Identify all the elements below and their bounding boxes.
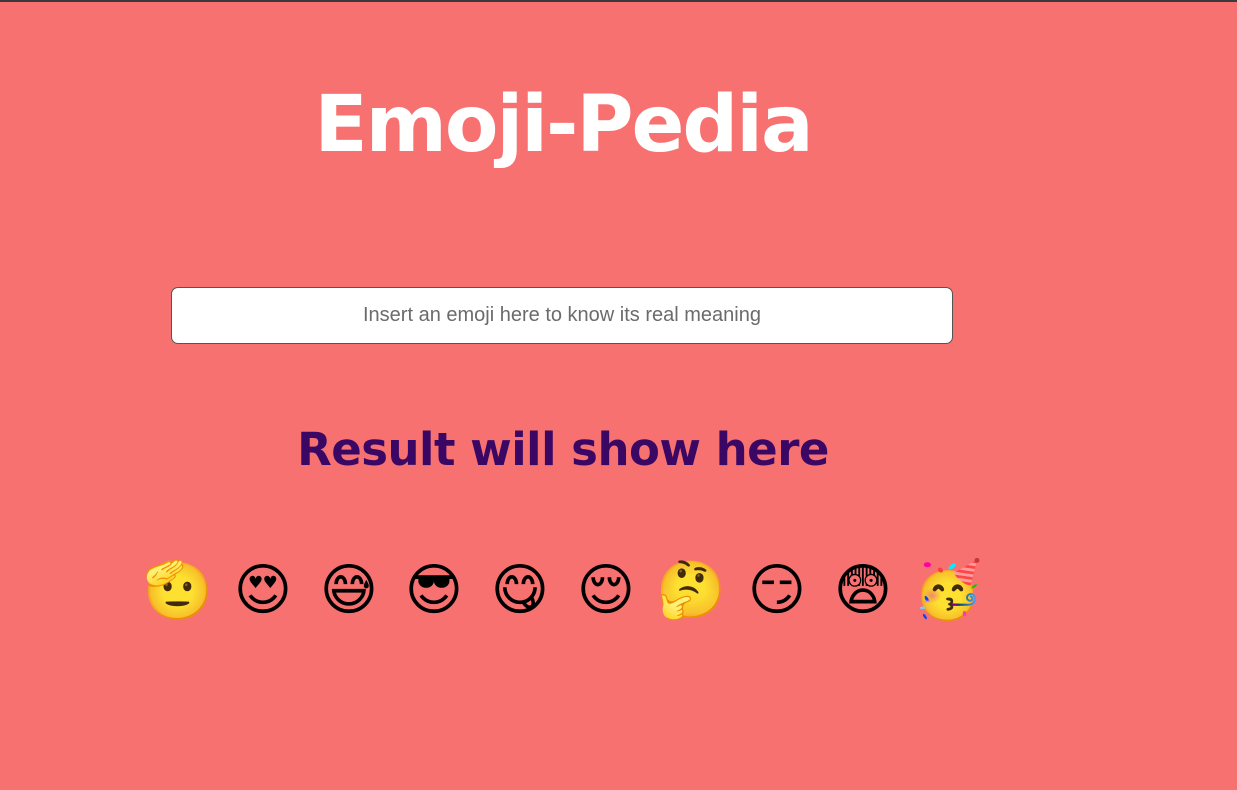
result-output: Result will show here <box>297 423 829 476</box>
thinking-emoji[interactable]: 🤔 <box>656 556 726 626</box>
emoji-search-input[interactable] <box>171 287 953 344</box>
fearful-emoji[interactable]: 😨 <box>828 556 898 626</box>
sweat-smile-emoji[interactable]: 😅 <box>314 556 384 626</box>
yum-emoji[interactable]: 😋 <box>485 556 555 626</box>
emoji-list: 🫡 😍 😅 😎 😋 😌 🤔 😏 😨 🥳 <box>143 556 993 628</box>
smirk-emoji[interactable]: 😏 <box>742 556 812 626</box>
page-title: Emoji-Pedia <box>314 80 813 170</box>
saluting-face-emoji[interactable]: 🫡 <box>143 556 213 626</box>
app-container: Emoji-Pedia Result will show here 🫡 😍 😅 … <box>0 0 1237 790</box>
heart-eyes-emoji[interactable]: 😍 <box>228 556 298 626</box>
sunglasses-emoji[interactable]: 😎 <box>399 556 469 626</box>
window-top-border <box>0 0 1237 2</box>
partying-face-emoji[interactable]: 🥳 <box>913 556 983 626</box>
relieved-emoji[interactable]: 😌 <box>571 556 641 626</box>
